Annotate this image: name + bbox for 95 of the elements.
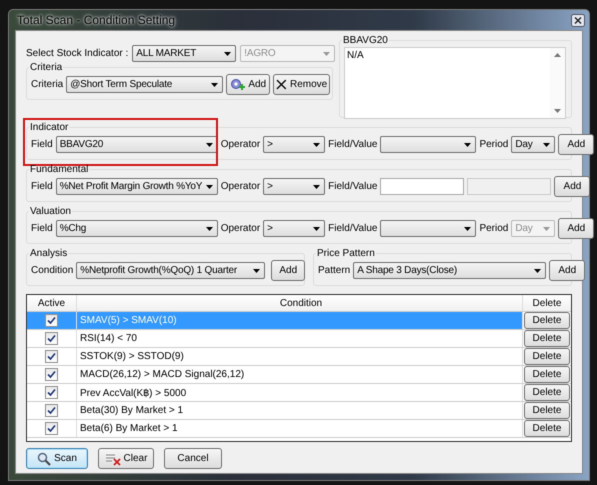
delete-button[interactable]: Delete xyxy=(524,402,570,419)
group-title: Indicator xyxy=(29,122,70,133)
checkbox[interactable] xyxy=(45,386,58,399)
add-button[interactable]: Add xyxy=(549,260,586,281)
delete-button[interactable]: Delete xyxy=(524,384,570,401)
table-cell: MACD(26,12) > MACD Signal(26,12) xyxy=(80,369,244,380)
checkbox[interactable] xyxy=(45,404,58,417)
delete-button[interactable]: Delete xyxy=(524,366,570,383)
window-title: Total Scan - Condition Setting xyxy=(17,13,176,27)
checkbox[interactable] xyxy=(45,332,58,345)
dropdown[interactable] xyxy=(380,136,476,153)
field-label: Field/Value xyxy=(328,223,378,234)
table-cell: SSTOK(9) > SSTOD(9) xyxy=(80,351,184,362)
caret-icon xyxy=(313,226,320,230)
group-title: Price Pattern xyxy=(316,248,376,259)
caret-icon xyxy=(323,52,330,56)
field-label: Period xyxy=(479,139,508,150)
add-button[interactable]: Add xyxy=(554,176,590,197)
close-icon[interactable] xyxy=(571,14,585,26)
search-icon xyxy=(37,452,52,466)
add-button[interactable]: Add xyxy=(558,134,594,155)
dropdown[interactable]: A Shape 3 Days(Close) xyxy=(353,262,546,279)
column-header: Delete xyxy=(532,298,562,308)
caret-icon xyxy=(211,82,218,86)
table-cell: Beta(30) By Market > 1 xyxy=(80,405,184,416)
caret-icon xyxy=(206,226,213,230)
column-header: Active xyxy=(38,298,66,308)
clear-button[interactable]: Clear xyxy=(98,448,154,469)
table-cell: Beta(6) By Market > 1 xyxy=(80,423,178,434)
table-cell: SMAV(5) > SMAV(10) xyxy=(80,315,177,326)
scroll-up-icon[interactable] xyxy=(554,53,561,57)
add-button[interactable]: Add xyxy=(271,260,306,281)
remove-button[interactable]: Remove xyxy=(273,74,330,95)
add-button[interactable]: Add xyxy=(558,218,594,239)
delete-button[interactable]: Delete xyxy=(524,330,570,347)
field-label: Operator xyxy=(220,139,260,150)
dropdown[interactable]: ALL MARKET xyxy=(132,45,236,62)
cancel-button[interactable]: Cancel xyxy=(164,448,222,469)
value-field[interactable] xyxy=(380,178,464,195)
field-label: Condition xyxy=(31,265,74,276)
scan-button[interactable]: Scan xyxy=(26,448,88,469)
group-title: Valuation xyxy=(29,206,72,217)
caret-icon xyxy=(206,142,213,146)
caret-icon xyxy=(464,226,472,230)
dropdown[interactable]: > xyxy=(263,178,326,195)
checkbox[interactable] xyxy=(45,350,58,363)
table-cell: Prev AccVal(K฿) > 5000 xyxy=(80,388,186,398)
checkbox[interactable] xyxy=(45,422,58,435)
field-label: Criteria xyxy=(31,79,64,90)
dropdown[interactable]: @Short Term Speculate xyxy=(66,76,224,93)
caret-icon xyxy=(543,226,550,230)
delete-button[interactable]: Delete xyxy=(524,348,570,365)
field-label: Field xyxy=(31,181,53,192)
delete-button[interactable]: Delete xyxy=(524,312,570,329)
field-label: Select Stock Indicator : xyxy=(26,48,128,59)
close-icon xyxy=(276,79,287,90)
field-label: Field/Value xyxy=(328,139,378,150)
column-header: Condition xyxy=(280,298,322,308)
group-title: Analysis xyxy=(29,248,68,259)
group-title: BBAVG20 xyxy=(342,35,389,46)
gear-plus-icon xyxy=(230,78,246,92)
scrollbar[interactable] xyxy=(550,48,565,118)
description-box[interactable]: N/A xyxy=(344,47,566,119)
caret-icon xyxy=(224,52,232,56)
caret-icon xyxy=(313,184,320,188)
caret-icon xyxy=(543,142,550,146)
field-label: Field xyxy=(31,139,53,150)
dropdown[interactable]: > xyxy=(263,220,326,237)
field-label: Pattern xyxy=(318,265,350,276)
field-label: Field/Value xyxy=(328,181,378,192)
dropdown[interactable]: %Netprofit Growth(%QoQ) 1 Quarter xyxy=(76,262,266,279)
dropdown[interactable]: BBAVG20 xyxy=(56,136,218,153)
caret-icon xyxy=(464,142,472,146)
field-label: Period xyxy=(479,223,508,234)
caret-icon xyxy=(534,268,542,272)
caret-icon xyxy=(313,142,320,146)
dropdown[interactable] xyxy=(380,220,476,237)
group-title: Criteria xyxy=(29,62,64,73)
add-button[interactable]: Add xyxy=(226,74,270,95)
checkbox[interactable] xyxy=(45,368,58,381)
eraser-icon xyxy=(104,452,121,466)
delete-button[interactable]: Delete xyxy=(524,420,570,437)
dropdown[interactable]: > xyxy=(263,136,326,153)
checkbox[interactable] xyxy=(45,314,58,327)
dropdown[interactable]: %Chg xyxy=(56,220,218,237)
dropdown[interactable]: %Net Profit Margin Growth %YoY xyxy=(56,178,218,195)
field-label: Operator xyxy=(220,223,260,234)
dropdown[interactable]: Day xyxy=(511,136,556,153)
field-label: Field xyxy=(31,223,53,234)
caret-icon xyxy=(253,268,260,272)
table-cell: RSI(14) < 70 xyxy=(80,333,137,344)
group-title: Fundamental xyxy=(29,164,90,175)
field-label: Operator xyxy=(220,181,260,192)
scroll-down-icon[interactable] xyxy=(554,109,561,113)
caret-icon xyxy=(206,184,213,188)
